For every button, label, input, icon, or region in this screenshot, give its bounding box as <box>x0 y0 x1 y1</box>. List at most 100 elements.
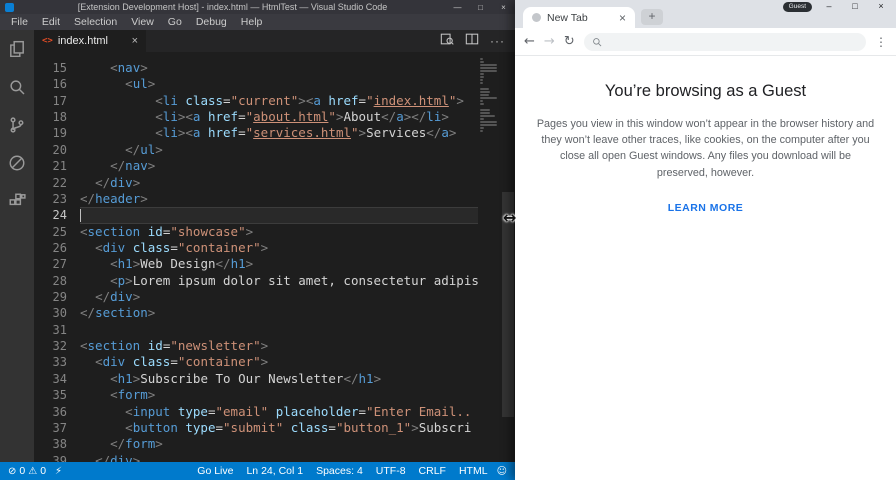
code-line[interactable]: </nav> <box>80 158 478 174</box>
maximize-icon[interactable]: □ <box>842 0 868 13</box>
minimize-icon[interactable]: – <box>816 0 842 13</box>
status-crlf[interactable]: CRLF <box>419 465 446 477</box>
line-number: 21 <box>52 159 67 174</box>
line-number: 33 <box>52 355 67 370</box>
status-utf-8[interactable]: UTF-8 <box>376 465 406 477</box>
minimap[interactable] <box>478 52 500 462</box>
code-line[interactable]: </div> <box>80 175 478 191</box>
minimap-line <box>480 97 497 99</box>
error-icon: ⊘ <box>8 465 17 477</box>
code-line[interactable]: <nav> <box>80 60 478 76</box>
tab-index-html[interactable]: <> index.html × <box>34 30 146 52</box>
menu-help[interactable]: Help <box>234 14 270 30</box>
feedback-smiley-icon[interactable]: ☺ <box>497 466 507 477</box>
code-line[interactable] <box>80 322 478 338</box>
bolt-icon[interactable]: ⚡ <box>55 466 62 477</box>
run-debug-icon[interactable] <box>6 152 28 174</box>
minimap-line <box>480 94 489 96</box>
split-editor-icon[interactable] <box>465 32 479 51</box>
screen: [Extension Development Host] - index.htm… <box>0 0 896 480</box>
menu-debug[interactable]: Debug <box>189 14 234 30</box>
close-icon[interactable]: × <box>492 3 515 12</box>
code-line[interactable]: <p>Lorem ipsum dolor sit amet, consectet… <box>80 273 478 289</box>
reload-icon[interactable]: ↻ <box>564 34 575 49</box>
tab-close-icon[interactable]: × <box>132 35 138 47</box>
editor-scrollbar[interactable] <box>500 52 515 462</box>
menu-selection[interactable]: Selection <box>67 14 124 30</box>
error-count: 0 <box>19 465 26 477</box>
minimap-line <box>480 88 489 90</box>
line-number: 26 <box>52 240 67 255</box>
menu-file[interactable]: File <box>4 14 35 30</box>
minimap-line <box>480 121 497 123</box>
extensions-icon[interactable] <box>6 190 28 212</box>
more-actions-icon[interactable]: ··· <box>490 35 505 47</box>
code-line[interactable]: <h1>Subscribe To Our Newsletter</h1> <box>80 371 478 387</box>
minimap-line <box>480 112 490 114</box>
scrollbar-thumb[interactable] <box>502 192 514 417</box>
back-icon[interactable]: ← <box>524 34 535 49</box>
tab-close-icon[interactable]: × <box>619 11 626 25</box>
editor-actions: ··· <box>440 32 515 51</box>
window-title: [Extension Development Host] - index.htm… <box>77 2 388 12</box>
code-line[interactable]: <li><a href="about.html">About</a></li> <box>80 109 478 125</box>
address-input[interactable] <box>607 33 858 50</box>
minimap-line <box>480 109 490 111</box>
vscode-logo-icon <box>5 2 14 12</box>
line-number: 34 <box>52 371 67 386</box>
code-editor[interactable]: 15 16 17 18 19 20 21 22 23 24 25 26 27 28 29 30 31 32 33 34… <box>34 52 515 462</box>
code-line[interactable]: </div> <box>80 453 478 462</box>
code-line[interactable]: <ul> <box>80 76 478 92</box>
code-line[interactable]: <li><a href="services.html">Services</a> <box>80 125 478 141</box>
minimap-line <box>480 124 497 126</box>
minimap-line <box>480 73 485 75</box>
html-file-icon: <> <box>42 36 53 46</box>
browser-toolbar: ← → ↻ ⋮ <box>515 28 896 56</box>
minimap-line <box>480 79 484 81</box>
minimize-icon[interactable]: — <box>446 3 469 12</box>
code-line[interactable] <box>80 207 478 224</box>
status-go-live[interactable]: Go Live <box>197 465 233 477</box>
maximize-icon[interactable]: □ <box>469 3 492 12</box>
address-bar[interactable] <box>583 32 866 51</box>
status-ln-24-col-1[interactable]: Ln 24, Col 1 <box>246 465 303 477</box>
code-line[interactable]: <input type="email" placeholder="Enter E… <box>80 404 478 420</box>
code-line[interactable]: </div> <box>80 289 478 305</box>
search-icon[interactable] <box>6 76 28 98</box>
code-line[interactable]: </header> <box>80 191 478 207</box>
menu-view[interactable]: View <box>124 14 161 30</box>
explorer-icon[interactable] <box>6 38 28 60</box>
learn-more-link[interactable]: LEARN MORE <box>668 202 744 214</box>
code-line[interactable]: <div class="container"> <box>80 240 478 256</box>
open-preview-icon[interactable] <box>440 32 454 51</box>
source-control-icon[interactable] <box>6 114 28 136</box>
close-icon[interactable]: × <box>868 0 894 13</box>
code-line[interactable]: <section id="newsletter"> <box>80 338 478 354</box>
code-line[interactable]: <button type="submit" class="button_1">S… <box>80 420 478 436</box>
status-spaces-4[interactable]: Spaces: 4 <box>316 465 363 477</box>
code-line[interactable]: </section> <box>80 305 478 321</box>
guest-badge: Guest <box>782 2 812 12</box>
code-area[interactable]: <nav> <ul> <li class="current"><a href="… <box>80 52 478 462</box>
minimap-line <box>480 67 497 69</box>
code-line[interactable]: </ul> <box>80 142 478 158</box>
menu-edit[interactable]: Edit <box>35 14 67 30</box>
search-icon <box>592 37 602 46</box>
forward-icon[interactable]: → <box>544 34 555 49</box>
code-line[interactable]: <h1>Web Design</h1> <box>80 256 478 272</box>
problems-indicator[interactable]: ⊘ 0 ⚠ 0 <box>8 465 46 477</box>
browser-tab-new-tab[interactable]: New Tab × <box>523 7 635 28</box>
code-line[interactable]: <li class="current"><a href="index.html"… <box>80 93 478 109</box>
browser-menu-icon[interactable]: ⋮ <box>875 35 887 49</box>
code-line[interactable]: <div class="container"> <box>80 354 478 370</box>
code-line[interactable]: <section id="showcase"> <box>80 224 478 240</box>
code-line[interactable]: </form> <box>80 436 478 452</box>
line-number: 25 <box>52 224 67 239</box>
line-number: 16 <box>52 77 67 92</box>
code-line[interactable]: <form> <box>80 387 478 403</box>
minimap-line <box>480 70 497 72</box>
warning-count: 0 <box>40 465 47 477</box>
menu-go[interactable]: Go <box>161 14 189 30</box>
status-html[interactable]: HTML <box>459 465 488 477</box>
new-tab-button[interactable]: + <box>641 9 663 25</box>
